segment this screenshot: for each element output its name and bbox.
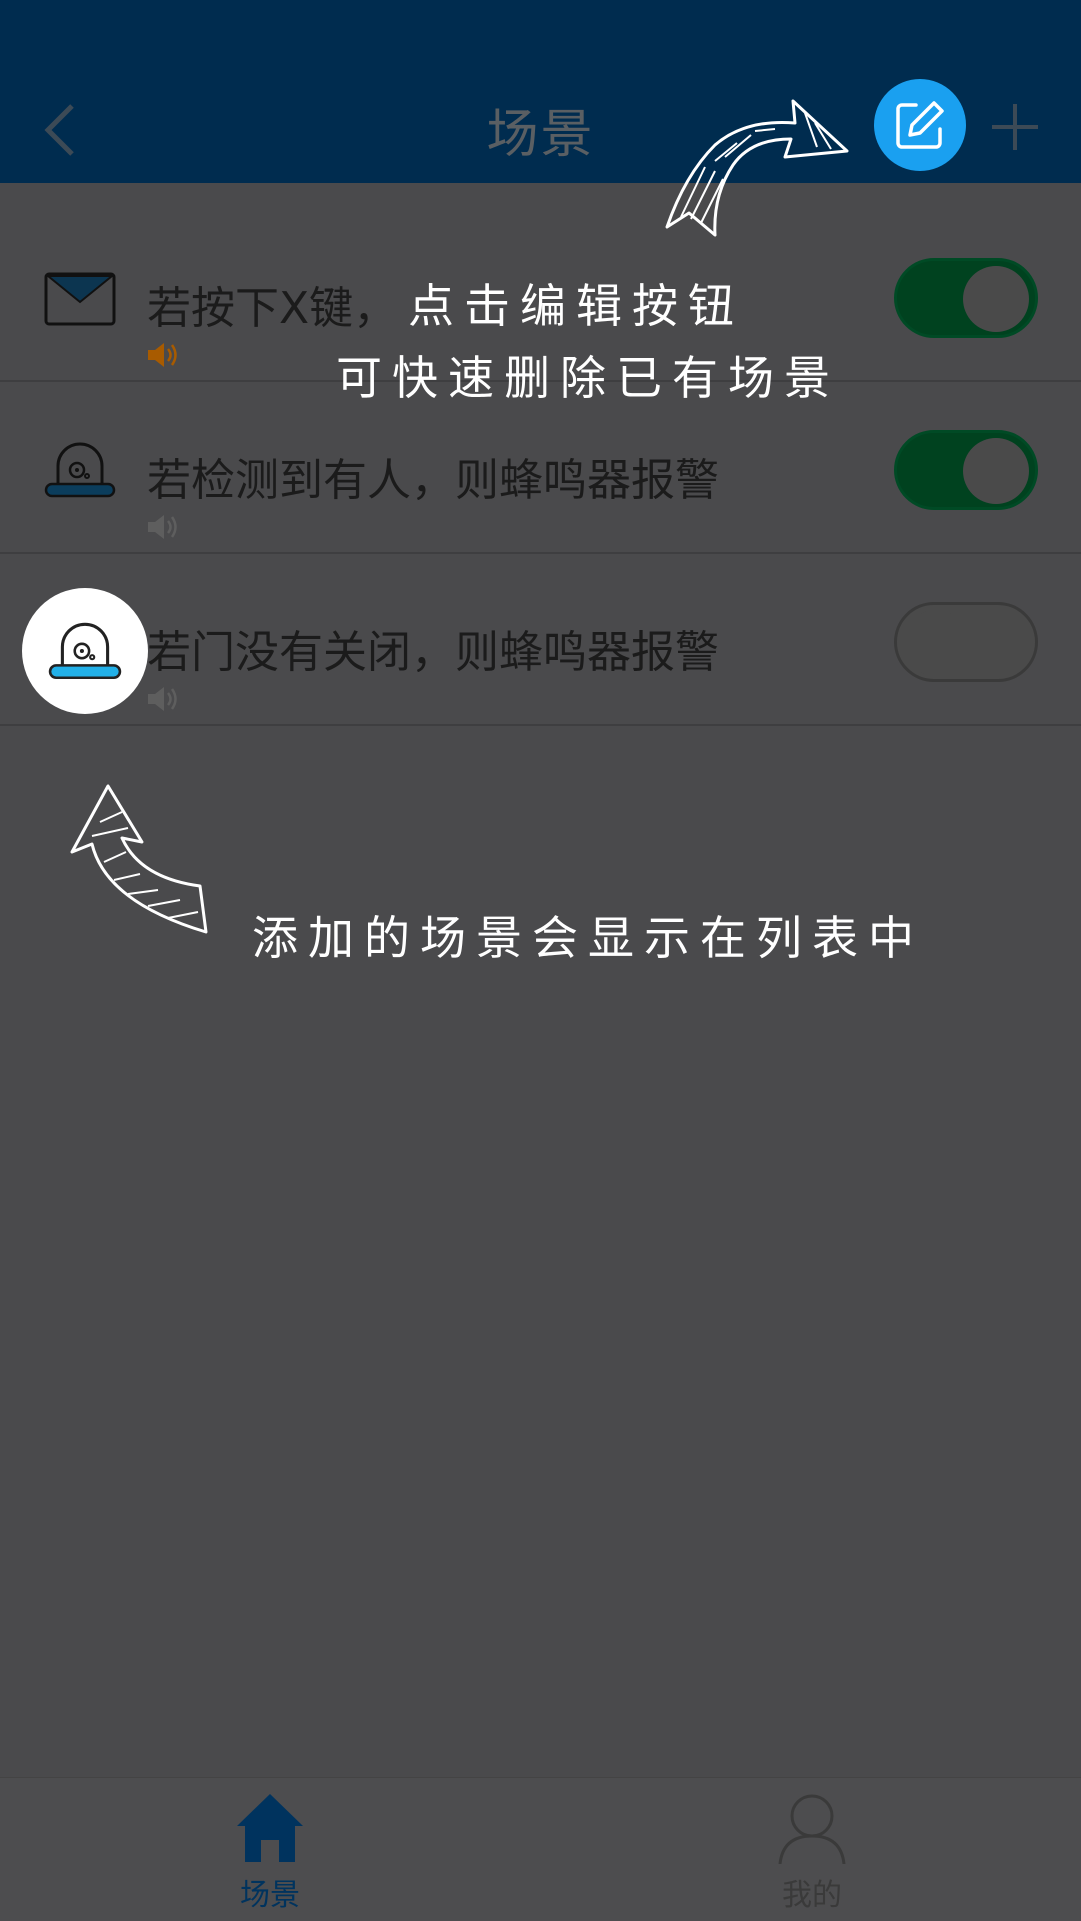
edit-icon [896, 101, 944, 149]
home-icon [237, 1794, 303, 1862]
scene-toggle[interactable] [894, 258, 1038, 338]
scene-toggle[interactable] [894, 602, 1038, 682]
envelope-icon [44, 272, 116, 326]
user-icon [778, 1794, 846, 1864]
hint-arrow-icon [70, 784, 208, 934]
speaker-icon[interactable] [146, 512, 180, 542]
siren-icon [48, 622, 122, 680]
tab-mine[interactable]: 我的 [712, 1778, 912, 1921]
scene-icon-highlight[interactable] [22, 588, 148, 714]
hint-edit-line1: 点击编辑按钮 [408, 279, 744, 333]
scene-toggle[interactable] [894, 430, 1038, 510]
tab-label: 我的 [782, 1878, 842, 1913]
speaker-icon[interactable] [146, 684, 180, 714]
hint-edit-line2: 可快速删除已有场景 [336, 351, 840, 405]
hint-list: 添加的场景会显示在列表中 [252, 911, 924, 965]
tab-bar: 场景 我的 [0, 1777, 1081, 1921]
scene-label: 若按下X键， [147, 283, 398, 334]
scene-label: 若门没有关闭，则蜂鸣器报警 [147, 627, 719, 678]
siren-icon [44, 442, 116, 498]
edit-button[interactable] [874, 79, 966, 171]
tab-scenes[interactable]: 场景 [170, 1778, 370, 1921]
tab-label: 场景 [240, 1878, 300, 1913]
hint-arrow-icon [665, 99, 849, 237]
speaker-icon[interactable] [146, 340, 180, 370]
scene-row[interactable]: 若门没有关闭，则蜂鸣器报警 [0, 554, 1081, 726]
plus-icon[interactable] [990, 102, 1040, 152]
scene-label: 若检测到有人，则蜂鸣器报警 [147, 455, 719, 506]
